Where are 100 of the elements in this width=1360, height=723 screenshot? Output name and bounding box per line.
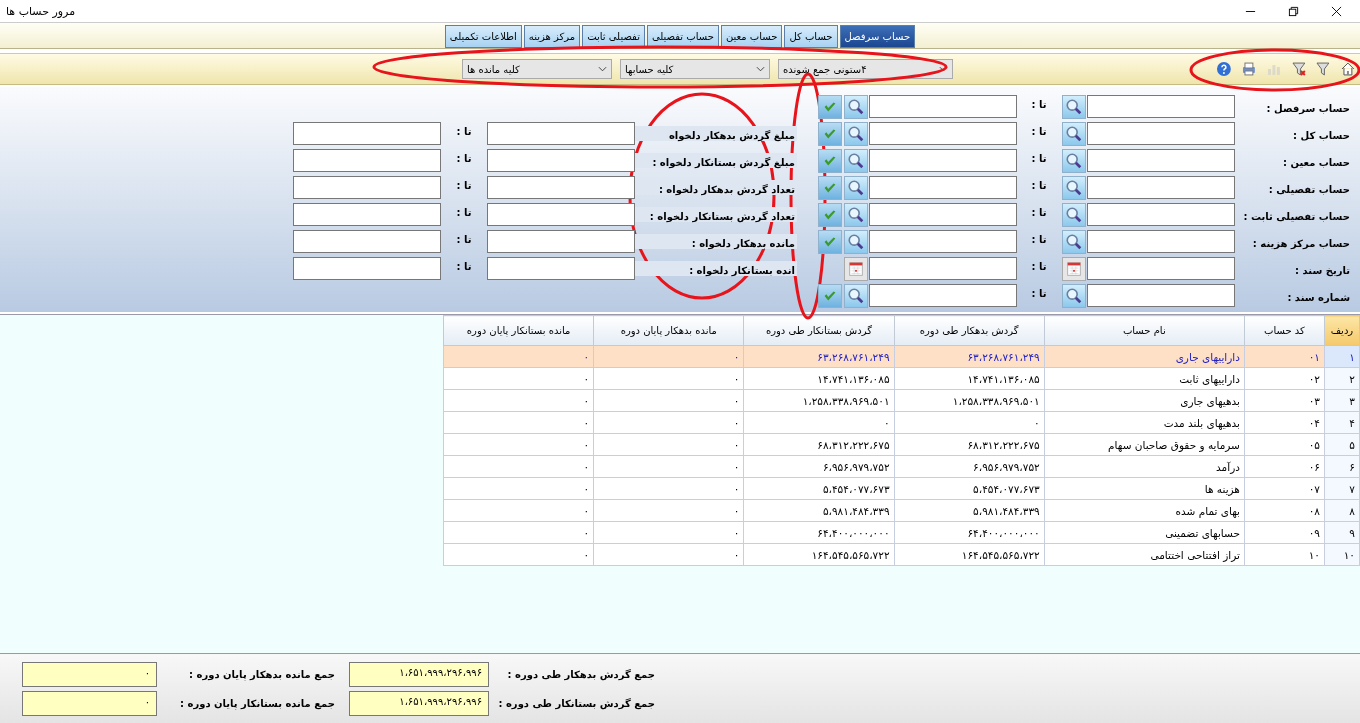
- search-button[interactable]: [1062, 94, 1086, 119]
- search-button[interactable]: [844, 148, 868, 173]
- field-label: تا :: [1030, 234, 1048, 247]
- table-cell: ۱۰: [1244, 543, 1325, 566]
- input-field[interactable]: [293, 203, 441, 226]
- search-icon: [1065, 151, 1083, 170]
- input-field[interactable]: [869, 284, 1017, 307]
- close-icon[interactable]: [1331, 5, 1342, 17]
- tab[interactable]: حساب معین: [720, 25, 783, 48]
- table-cell: ۶۳،۲۶۸،۷۶۱،۲۴۹: [894, 345, 1045, 368]
- table-cell: هزینه ها: [1044, 477, 1245, 500]
- search-button[interactable]: [844, 94, 868, 119]
- field-label: مانده بدهکار دلخواه :: [635, 234, 797, 249]
- search-button[interactable]: [844, 229, 868, 254]
- tab[interactable]: حساب تفصیلی: [646, 25, 719, 48]
- search-icon: [847, 286, 865, 305]
- confirm-button[interactable]: [818, 94, 842, 119]
- table-cell: ۵،۴۵۴،۰۷۷،۶۷۳: [743, 477, 895, 500]
- dropdown[interactable]: ۴ستونی جمع شونده: [778, 59, 953, 79]
- input-field[interactable]: [1087, 95, 1235, 118]
- input-field[interactable]: [487, 149, 635, 172]
- input-field[interactable]: [869, 257, 1017, 280]
- search-button[interactable]: [1062, 148, 1086, 173]
- input-field[interactable]: [869, 95, 1017, 118]
- table-cell: ۰: [443, 543, 594, 566]
- input-field[interactable]: [869, 176, 1017, 199]
- help-icon[interactable]: [1216, 61, 1232, 77]
- input-field[interactable]: [487, 230, 635, 253]
- tab[interactable]: تفصیلی ثابت: [582, 25, 645, 48]
- input-field[interactable]: [293, 149, 441, 172]
- clear-filter-icon[interactable]: [1290, 61, 1307, 77]
- field-label: تا :: [455, 126, 473, 139]
- filter-icon[interactable]: [1315, 61, 1332, 77]
- confirm-button[interactable]: [818, 121, 842, 146]
- table-cell: ۰: [593, 345, 744, 368]
- search-icon: [847, 205, 865, 224]
- field-label: حساب معین :: [1281, 156, 1350, 168]
- input-field[interactable]: [869, 149, 1017, 172]
- search-icon: [1065, 286, 1083, 305]
- search-button[interactable]: [844, 121, 868, 146]
- search-button[interactable]: [1062, 229, 1086, 254]
- column-header[interactable]: کد حساب: [1244, 315, 1325, 346]
- search-button[interactable]: [1062, 202, 1086, 227]
- search-button[interactable]: [844, 283, 868, 308]
- column-header[interactable]: مانده بدهکار پایان دوره: [593, 315, 744, 346]
- input-field[interactable]: [1087, 203, 1235, 226]
- total-field: ۱،۶۵۱،۹۹۹،۲۹۶،۹۹۶: [349, 691, 489, 716]
- tab[interactable]: اطلاعات تکمیلی: [444, 25, 522, 48]
- dropdown[interactable]: کلیه حسابها: [620, 59, 770, 79]
- dropdown[interactable]: کلیه مانده ها: [462, 59, 612, 79]
- table-cell: ۶۳،۲۶۸،۷۶۱،۲۴۹: [743, 345, 895, 368]
- search-button[interactable]: [1062, 121, 1086, 146]
- confirm-button[interactable]: [818, 175, 842, 200]
- field-label: تا :: [1030, 180, 1048, 193]
- input-field[interactable]: [1087, 230, 1235, 253]
- column-header[interactable]: ردیف: [1324, 315, 1360, 346]
- search-button[interactable]: [1062, 175, 1086, 200]
- table-cell: ۱،۲۵۸،۳۳۸،۹۶۹،۵۰۱: [894, 389, 1045, 412]
- input-field[interactable]: [1087, 257, 1235, 280]
- input-field[interactable]: [293, 122, 441, 145]
- input-field[interactable]: [487, 176, 635, 199]
- table-cell: ۵،۴۵۴،۰۷۷،۶۷۳: [894, 477, 1045, 500]
- table-cell: ۰: [593, 543, 744, 566]
- search-button[interactable]: [1062, 283, 1086, 308]
- input-field[interactable]: [869, 122, 1017, 145]
- confirm-button[interactable]: [818, 148, 842, 173]
- input-field[interactable]: [487, 203, 635, 226]
- calendar-button[interactable]: [1062, 256, 1086, 281]
- home-icon[interactable]: [1340, 61, 1356, 77]
- tab[interactable]: حساب کل: [784, 25, 838, 48]
- restore-icon[interactable]: [1288, 5, 1299, 17]
- print-icon[interactable]: [1240, 61, 1257, 77]
- table-cell: داراییهای ثابت: [1044, 367, 1245, 390]
- search-button[interactable]: [844, 175, 868, 200]
- input-field[interactable]: [869, 230, 1017, 253]
- search-icon: [847, 178, 865, 197]
- table-cell: ۵: [1324, 433, 1360, 456]
- field-label: حساب مرکز هزینه :: [1251, 237, 1350, 249]
- table-cell: ۶۸،۳۱۲،۲۲۲،۶۷۵: [743, 433, 895, 456]
- input-field[interactable]: [1087, 284, 1235, 307]
- table-cell: ۰۵: [1244, 433, 1325, 456]
- input-field[interactable]: [1087, 176, 1235, 199]
- input-field[interactable]: [293, 230, 441, 253]
- input-field[interactable]: [487, 257, 635, 280]
- input-field[interactable]: [869, 203, 1017, 226]
- tab[interactable]: مرکز هزینه: [523, 25, 581, 48]
- table-cell: ۶۴،۴۰۰،۰۰۰،۰۰۰: [894, 521, 1045, 544]
- input-field[interactable]: [487, 122, 635, 145]
- table-cell: ۰: [443, 477, 594, 500]
- calendar-button[interactable]: [844, 256, 868, 281]
- column-header[interactable]: گردش بستانکار طی دوره: [743, 315, 895, 346]
- column-header[interactable]: گردش بدهکار طی دوره: [894, 315, 1045, 346]
- input-field[interactable]: [293, 176, 441, 199]
- search-button[interactable]: [844, 202, 868, 227]
- input-field[interactable]: [293, 257, 441, 280]
- column-header[interactable]: مانده بستانکار پایان دوره: [443, 315, 594, 346]
- column-header[interactable]: نام حساب: [1044, 315, 1245, 346]
- input-field[interactable]: [1087, 122, 1235, 145]
- tab[interactable]: حساب سرفصل: [839, 25, 916, 48]
- input-field[interactable]: [1087, 149, 1235, 172]
